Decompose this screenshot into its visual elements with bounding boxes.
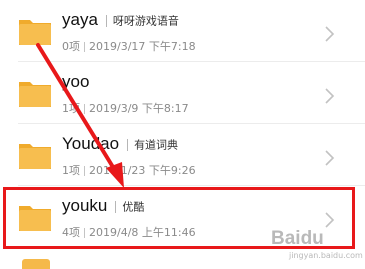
name-separator: [127, 138, 129, 151]
folder-date: 2019/3/17 下午7:18: [89, 40, 196, 53]
folder-name: yoo: [62, 72, 90, 91]
folder-name-row: yoo: [62, 72, 89, 92]
folder-date: 2019/3/9 下午8:17: [89, 102, 189, 115]
folder-name-row: yaya 呀呀游戏语音: [62, 10, 179, 30]
meta-separator: [84, 166, 85, 176]
folder-icon-partial: [22, 259, 50, 269]
folder-date: 2019/1/23 下午9:26: [89, 164, 196, 177]
folder-meta: 4项 2019/4/8 上午11:46: [62, 224, 196, 240]
folder-icon: [19, 206, 51, 231]
folder-tag: 优酷: [122, 200, 145, 214]
folder-row-yoo[interactable]: yoo 1项 2019/3/9 下午8:17: [0, 62, 365, 124]
folder-meta: 1项 2019/3/9 下午8:17: [62, 100, 189, 116]
folder-count: 1项: [62, 102, 80, 115]
folder-name-row: youku 优酷: [62, 196, 144, 216]
meta-separator: [84, 104, 85, 114]
folder-tag: 有道词典: [134, 138, 179, 152]
meta-separator: [84, 42, 85, 52]
folder-date: 2019/4/8 上午11:46: [89, 226, 196, 239]
folder-row-youdao[interactable]: Youdao 有道词典 1项 2019/1/23 下午9:26: [0, 124, 365, 186]
folder-name-row: Youdao 有道词典: [62, 134, 178, 154]
folder-row-yaya[interactable]: yaya 呀呀游戏语音 0项 2019/3/17 下午7:18: [0, 0, 365, 62]
folder-icon: [19, 144, 51, 169]
folder-count: 0项: [62, 40, 80, 53]
folder-meta: 1项 2019/1/23 下午9:26: [62, 162, 196, 178]
name-separator: [105, 14, 107, 27]
folder-name: youku: [62, 196, 108, 215]
name-separator: [115, 200, 117, 213]
chevron-right-icon: [325, 88, 335, 104]
watermark: Baidu jingyan.baidu.com: [251, 222, 363, 262]
folder-meta: 0项 2019/3/17 下午7:18: [62, 38, 196, 54]
folder-name: yaya: [62, 10, 98, 29]
folder-tag: 呀呀游戏语音: [112, 14, 179, 28]
watermark-url: jingyan.baidu.com: [289, 251, 363, 260]
folder-icon: [19, 20, 51, 45]
chevron-right-icon: [325, 26, 335, 42]
folder-icon: [19, 82, 51, 107]
folder-count: 1项: [62, 164, 80, 177]
meta-separator: [84, 228, 85, 238]
folder-name: Youdao: [62, 134, 120, 153]
chevron-right-icon: [325, 150, 335, 166]
watermark-logo: Baidu: [271, 228, 324, 249]
folder-count: 4项: [62, 226, 80, 239]
